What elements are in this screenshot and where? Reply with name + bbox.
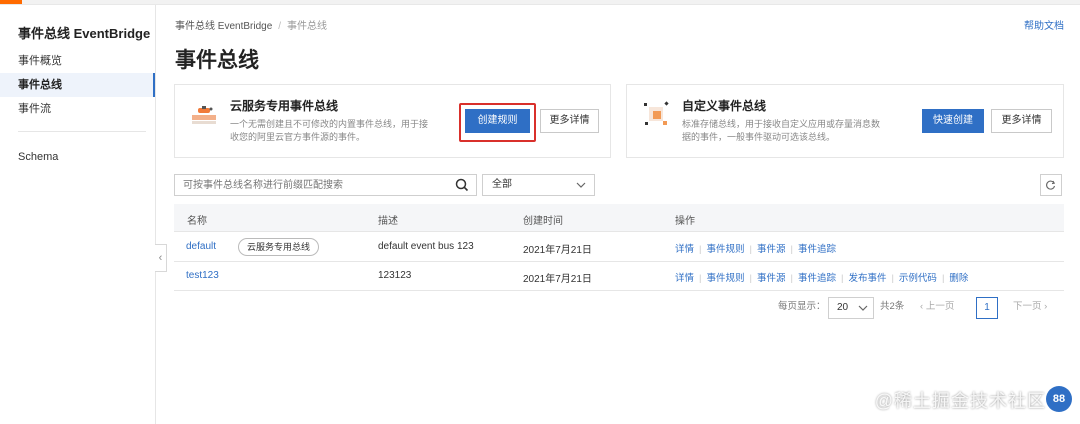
sample-code-link[interactable]: 示例代码	[899, 273, 937, 284]
breadcrumb-root[interactable]: 事件总线 EventBridge	[175, 21, 272, 32]
sidebar-item-event-stream[interactable]: 事件流	[0, 97, 155, 121]
cloud-service-bus-card: 云服务专用事件总线 一个无需创建且不可修改的内置事件总线，用于接收您的阿里云官方…	[174, 84, 611, 158]
column-header-name: 名称	[187, 216, 207, 227]
table-header: 名称 描述 创建时间 操作	[174, 204, 1064, 232]
sidebar-item-overview[interactable]: 事件概览	[0, 49, 155, 73]
card-description: 一个无需创建且不可修改的内置事件总线，用于接收您的阿里云官方事件源的事件。	[230, 119, 429, 142]
sidebar-divider	[18, 131, 146, 132]
next-page-button[interactable]: 下一页 ›	[1013, 298, 1047, 312]
event-rules-link[interactable]: 事件规则	[706, 273, 744, 284]
sidebar-item-event-bus[interactable]: 事件总线	[0, 73, 155, 97]
sidebar-title: 事件总线 EventBridge	[18, 26, 151, 41]
refresh-icon	[1046, 180, 1056, 190]
more-details-button[interactable]: 更多详情	[991, 109, 1052, 133]
event-rules-link[interactable]: 事件规则	[706, 244, 744, 255]
search-button[interactable]	[449, 174, 477, 196]
total-count: 共2条	[880, 301, 905, 312]
page-size-label: 每页显示：	[778, 301, 826, 312]
table-row: default 云服务专用总线 default event bus 123 20…	[174, 233, 1064, 262]
bus-created-time: 2021年7月21日	[523, 245, 592, 256]
bus-type-tag: 云服务专用总线	[238, 238, 320, 256]
page-size-value: 20	[837, 302, 849, 313]
sidebar-item-schema[interactable]: Schema	[0, 145, 155, 169]
prev-page-button[interactable]: ‹ 上一页	[920, 298, 954, 312]
watermark-text: @稀土掘金技术社区	[874, 391, 1046, 411]
row-actions: 详情 | 事件规则 | 事件源 | 事件追踪 | 发布事件 | 示例代码 | 删除	[675, 273, 969, 284]
custom-bus-icon	[644, 101, 669, 125]
bus-description: default event bus 123	[378, 241, 474, 252]
details-link[interactable]: 详情	[675, 244, 694, 255]
table-row: test123 123123 2021年7月21日 详情 | 事件规则 | 事件源 | 事件…	[174, 262, 1064, 291]
sidebar: 事件总线 EventBridge 事件概览 事件总线 事件流 Schema	[0, 5, 156, 424]
filter-selected-value: 全部	[492, 179, 512, 190]
help-docs-link[interactable]: 帮助文档	[1024, 17, 1064, 32]
create-rule-button[interactable]: 创建规则	[465, 109, 530, 133]
bus-name-link[interactable]: test123	[186, 270, 219, 281]
event-trace-link[interactable]: 事件追踪	[798, 244, 836, 255]
bus-description: 123123	[378, 270, 412, 281]
search-field[interactable]	[174, 174, 450, 196]
quick-create-button[interactable]: 快速创建	[922, 109, 984, 133]
watermark-logo-icon: 88	[1046, 386, 1072, 412]
chevron-down-icon	[858, 305, 868, 311]
sidebar-collapse-handle[interactable]: ‹	[155, 244, 167, 272]
chevron-down-icon	[576, 182, 586, 188]
chevron-right-icon: ›	[1041, 301, 1048, 312]
page-title: 事件总线	[175, 49, 259, 72]
details-link[interactable]: 详情	[675, 273, 694, 284]
delete-link[interactable]: 删除	[949, 273, 968, 284]
cloud-service-bus-icon	[192, 106, 216, 124]
page-number-current[interactable]: 1	[976, 297, 998, 319]
event-sources-link[interactable]: 事件源	[757, 244, 786, 255]
event-sources-link[interactable]: 事件源	[757, 273, 786, 284]
card-description: 标准存储总线，用于接收自定义应用或存量消息数据的事件，一般事件驱动可选该总线。	[682, 119, 881, 142]
card-title: 自定义事件总线	[682, 99, 767, 113]
filter-select[interactable]: 全部	[482, 174, 595, 196]
top-bar	[0, 0, 1080, 5]
brand-accent	[0, 0, 22, 4]
row-actions: 详情 | 事件规则 | 事件源 | 事件追踪	[675, 244, 836, 255]
column-header-actions: 操作	[675, 216, 695, 227]
column-header-description: 描述	[378, 216, 398, 227]
refresh-button[interactable]	[1040, 174, 1062, 196]
breadcrumb-current: 事件总线	[287, 21, 328, 32]
search-input[interactable]	[175, 175, 449, 195]
page-size-select[interactable]: 20	[828, 297, 874, 319]
bus-created-time: 2021年7月21日	[523, 274, 592, 285]
column-header-created: 创建时间	[523, 216, 563, 227]
card-title: 云服务专用事件总线	[230, 99, 339, 113]
breadcrumb: 事件总线 EventBridge / 事件总线	[175, 21, 328, 32]
search-icon	[455, 178, 469, 192]
chevron-left-icon: ‹	[158, 252, 163, 264]
more-details-button[interactable]: 更多详情	[540, 109, 599, 133]
bus-name-link[interactable]: default	[186, 241, 216, 252]
custom-bus-card: 自定义事件总线 标准存储总线，用于接收自定义应用或存量消息数据的事件，一般事件驱…	[626, 84, 1064, 158]
publish-event-link[interactable]: 发布事件	[848, 273, 886, 284]
event-trace-link[interactable]: 事件追踪	[798, 273, 836, 284]
